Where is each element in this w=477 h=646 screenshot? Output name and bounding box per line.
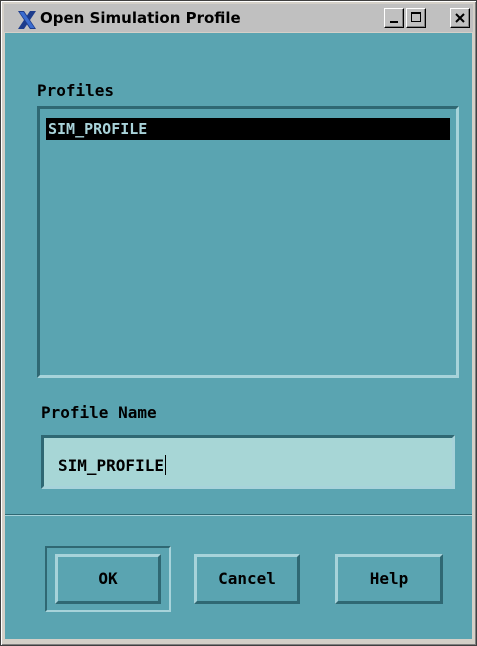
help-button[interactable]: Help xyxy=(335,554,443,604)
profile-name-label: Profile Name xyxy=(41,403,157,422)
close-button[interactable] xyxy=(450,8,470,28)
profiles-label: Profiles xyxy=(37,81,115,100)
profile-name-field[interactable]: SIM_PROFILE xyxy=(41,435,455,489)
separator-highlight xyxy=(5,515,472,516)
maximize-icon xyxy=(411,12,421,22)
cancel-button[interactable]: Cancel xyxy=(194,554,300,604)
window-title: Open Simulation Profile xyxy=(40,9,241,27)
text-cursor xyxy=(164,455,166,475)
x-window-icon xyxy=(18,11,36,29)
minimize-button[interactable] xyxy=(384,8,404,28)
ok-button[interactable]: OK xyxy=(55,554,161,604)
minimize-icon xyxy=(390,21,398,23)
profiles-list[interactable]: SIM_PROFILE xyxy=(37,106,459,378)
title-bar[interactable]: Open Simulation Profile xyxy=(4,4,473,32)
profile-name-text: SIM_PROFILE xyxy=(58,456,164,475)
dialog-window: Open Simulation Profile Profiles SIM_PRO… xyxy=(0,0,477,646)
list-item-selected[interactable]: SIM_PROFILE xyxy=(46,118,450,140)
close-icon xyxy=(455,13,465,23)
profile-name-value: SIM_PROFILE xyxy=(58,455,166,475)
maximize-button[interactable] xyxy=(406,8,426,28)
